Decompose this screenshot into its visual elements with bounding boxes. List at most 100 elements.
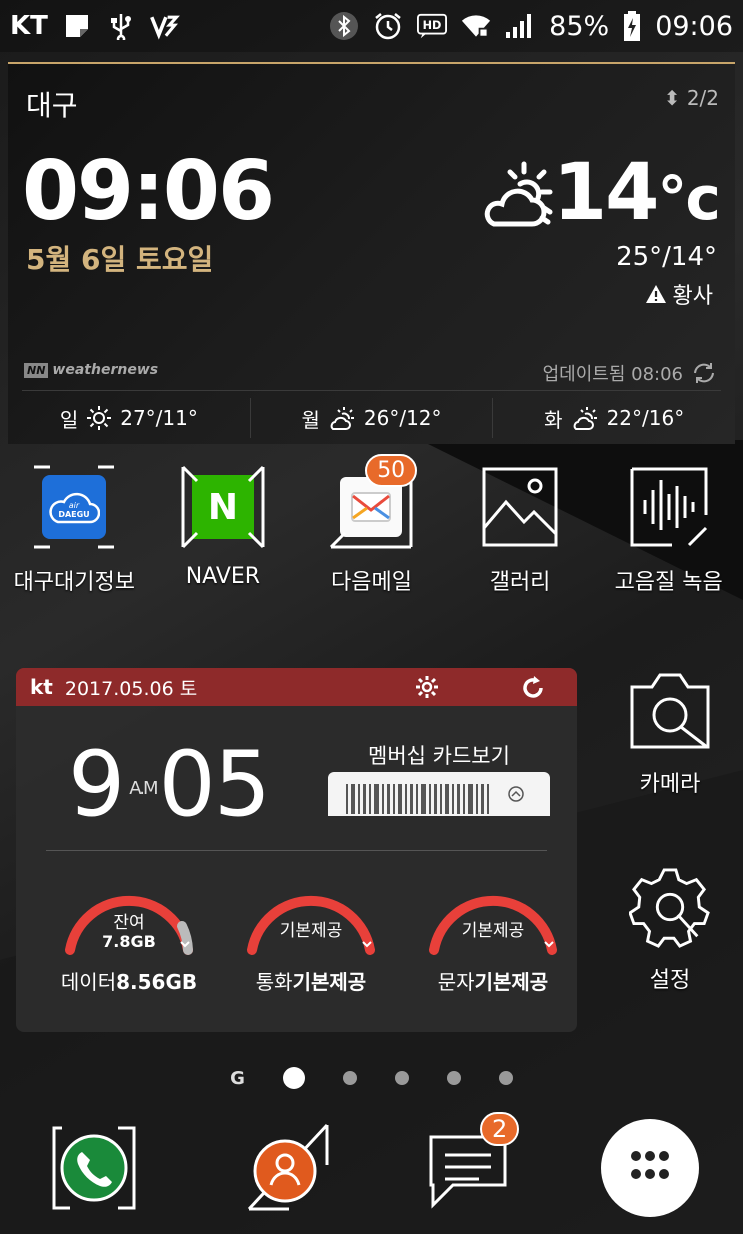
kt-clock: 9 A.M 05 [68, 732, 272, 837]
forecast-temp: 26°/12° [363, 406, 442, 430]
page-dot[interactable] [446, 1071, 461, 1085]
app-row: air DAEGU 대구대기정보 N NAVER 50 다음메일 갤러리 고음질… [0, 454, 743, 596]
app-label: 대구대기정보 [13, 570, 136, 595]
kt-clock-hour: 9 [68, 732, 125, 837]
partly-cloudy-icon [480, 160, 564, 234]
app-drawer-button[interactable] [600, 1118, 700, 1218]
gear-icon[interactable] [414, 674, 440, 705]
gallery-icon [479, 466, 561, 548]
settings-icon [629, 866, 711, 948]
gauge-label-value: 8.56GB [116, 970, 198, 994]
usb-icon [106, 11, 136, 41]
weather-page-switch[interactable]: ⬍ 2/2 [664, 86, 719, 110]
gauge-label-prefix: 문자 [437, 970, 475, 994]
call-gauge[interactable]: 기본제공 통화기본제공 [236, 876, 386, 994]
kt-clock-ampm: A.M [129, 778, 158, 799]
gauge-label: 통화기본제공 [206, 966, 416, 995]
kt-divider [46, 850, 547, 851]
refresh-icon[interactable] [521, 674, 545, 705]
app-voice-recorder[interactable]: 고음질 녹음 [594, 466, 743, 596]
note-icon [62, 11, 92, 41]
kt-logo: kt [30, 675, 53, 699]
forecast-day: 월 26°/12° [251, 398, 494, 438]
app-daum-mail[interactable]: 50 다음메일 [297, 454, 446, 596]
gauge-label-value: 기본제공 [292, 970, 367, 994]
gauge-inner-label: 잔여 [113, 913, 145, 933]
forecast-temp: 22°/16° [606, 406, 685, 430]
weather-divider [22, 390, 721, 391]
gauge-inner-value: 7.8GB [102, 932, 156, 951]
dock-messages[interactable]: 2 [418, 1112, 520, 1218]
gauge-label: 데이터8.56GB [24, 966, 234, 995]
app-label: 고음질 녹음 [614, 570, 723, 595]
phone-icon [52, 1126, 136, 1210]
refresh-icon[interactable] [691, 360, 717, 386]
battery-percent: 85% [549, 10, 610, 42]
dock-phone[interactable] [44, 1118, 144, 1218]
app-label: 갤러리 [489, 570, 551, 595]
app-label: 카메라 [639, 772, 701, 797]
membership-card-label[interactable]: 멤버십 카드보기 [328, 740, 550, 770]
kt-widget-date: 2017.05.06 토 [64, 677, 198, 700]
dock-contacts[interactable] [236, 1118, 336, 1218]
gauge-label-prefix: 데이터 [60, 970, 117, 994]
weather-clock: 09:06 [22, 144, 275, 239]
partly-cloudy-icon [573, 407, 597, 430]
forecast-day: 일 27°/11° [8, 398, 251, 438]
page-dot[interactable] [498, 1071, 513, 1085]
forecast-temp: 27°/11° [120, 406, 198, 430]
weathernews-logo: NN weathernews [24, 362, 158, 378]
dock: 2 [0, 1112, 743, 1218]
weather-warning: 황사 [645, 278, 713, 310]
kt-widget[interactable]: kt 2017.05.06 토 9 A.M 05 멤버십 카드보기 잔여 7.8 [16, 668, 577, 1032]
battery-charging-icon [623, 11, 641, 41]
warning-icon [645, 285, 666, 303]
gauge-label: 문자기본제공 [388, 966, 577, 995]
alarm-icon [373, 11, 403, 41]
kt-clock-minute: 05 [158, 732, 272, 837]
weathernews-mark: NN [24, 362, 49, 378]
status-clock: 09:06 [655, 10, 733, 42]
page-dot[interactable] [342, 1071, 357, 1085]
gauge-inner-label: 기본제공 [461, 921, 525, 941]
warning-label: 황사 [672, 284, 713, 309]
page-dot-active[interactable] [282, 1067, 305, 1089]
forecast-day-label: 화 [544, 407, 563, 432]
sms-gauge[interactable]: 기본제공 문자기본제공 [418, 876, 568, 994]
weather-city: 대구 [26, 89, 78, 122]
membership-card[interactable] [328, 772, 550, 816]
barcode-icon [346, 784, 489, 814]
app-label: 설정 [649, 968, 691, 993]
weather-temperature: 14°c [552, 148, 721, 238]
messages-badge: 2 [480, 1112, 520, 1146]
weather-high-low: 25°/14° [616, 242, 717, 272]
app-label: NAVER [185, 564, 261, 589]
app-camera[interactable]: 카메라 [608, 670, 732, 798]
weather-widget[interactable]: 대구 ⬍ 2/2 09:06 5월 6일 토요일 14°c 25°/14° 황사… [8, 62, 735, 444]
page-dot[interactable] [394, 1071, 409, 1085]
voice-recorder-icon [628, 466, 710, 548]
app-settings[interactable]: 설정 [608, 866, 732, 994]
app-gallery[interactable]: 갤러리 [446, 466, 595, 596]
carrier-label: KT [10, 11, 48, 41]
daegu-air-icon: air DAEGU [33, 465, 115, 549]
hd-voice-icon: HD [417, 11, 448, 41]
kt-widget-header: kt 2017.05.06 토 [16, 668, 577, 706]
app-drawer-icon [601, 1119, 699, 1217]
app-daegu-air[interactable]: air DAEGU 대구대기정보 [0, 465, 149, 596]
google-page-label[interactable]: G [230, 1068, 245, 1089]
chevron-up-icon[interactable] [508, 786, 524, 802]
sun-icon [87, 406, 112, 430]
app-naver[interactable]: N NAVER [149, 465, 298, 596]
camera-icon [629, 670, 711, 752]
forecast-day: 화 22°/16° [493, 398, 735, 438]
forecast-day-label: 일 [59, 407, 79, 432]
gauge-inner-label: 기본제공 [279, 921, 343, 941]
data-gauge[interactable]: 잔여 7.8GB 데이터8.56GB [54, 876, 204, 994]
temperature-value: 14 [552, 148, 660, 238]
page-indicator[interactable]: G [0, 1066, 743, 1090]
weather-updated[interactable]: 업데이트됨 08:06 [543, 360, 717, 386]
v3-app-icon [150, 11, 180, 41]
weather-updated-label: 업데이트됨 08:06 [542, 364, 683, 385]
wifi-icon [461, 11, 491, 41]
